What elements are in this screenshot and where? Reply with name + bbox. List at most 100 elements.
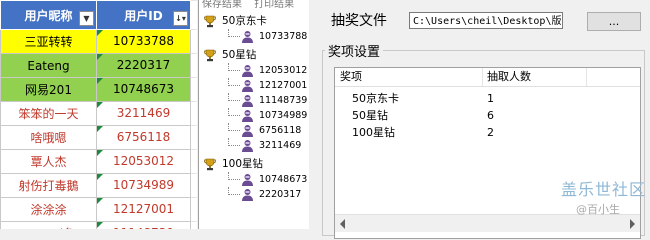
number-as-text-indicator-icon <box>97 174 103 180</box>
column-header-label: 用户ID <box>124 8 163 23</box>
prize-draw-count: 1 <box>487 92 494 105</box>
tree-group-node[interactable]: 50星钻 <box>199 48 309 63</box>
empty-cell[interactable] <box>190 29 197 54</box>
tree-leaf-node[interactable]: 12127001 <box>199 78 309 93</box>
trophy-icon <box>204 49 216 62</box>
table-row[interactable]: 网易201 10748673 <box>0 77 197 102</box>
table-row[interactable]: 笨笨的一天 3211469 <box>0 101 197 126</box>
tree-connector <box>228 145 240 146</box>
userid-cell[interactable]: 10748673 <box>96 77 191 102</box>
table-row[interactable]: 三亚转转 10733788 <box>0 29 197 54</box>
tree-group-node[interactable]: 100星钻 <box>199 157 309 172</box>
userid-cell[interactable]: 6756118 <box>96 125 191 150</box>
prize-name: 100星钻 <box>352 126 395 139</box>
tree-leaf-node[interactable]: 10733788 <box>199 29 309 44</box>
tree-leaf-node[interactable]: 6756118 <box>199 123 309 138</box>
trophy-icon <box>204 158 216 171</box>
empty-cell[interactable] <box>190 149 197 174</box>
browse-button[interactable]: ... <box>587 12 641 31</box>
user-icon <box>241 79 254 92</box>
tree-leaf-node[interactable]: 11148739 <box>199 93 309 108</box>
lottery-file-path-input[interactable]: C:\Users\cheil\Desktop\版块活 <box>409 12 563 29</box>
userid-cell[interactable]: 2220317 <box>96 53 191 78</box>
tree-leaf-node[interactable]: 10748673 <box>199 172 309 187</box>
table-row[interactable]: 涂涂涂 12127001 <box>0 197 197 222</box>
column-header-prize[interactable]: 奖项 <box>340 68 362 86</box>
watermark-text: 盖乐世社区 <box>561 180 647 199</box>
user-icon <box>241 173 254 186</box>
tree-connector <box>228 179 240 180</box>
nickname-cell[interactable]: Eateng <box>0 53 97 78</box>
userid-cell[interactable]: 3211469 <box>96 101 191 126</box>
tree-group-label: 100星钻 <box>222 158 264 170</box>
nickname-cell[interactable]: 涂涂涂 <box>0 197 97 222</box>
table-row[interactable]: 覃人杰 12053012 <box>0 149 197 174</box>
column-header-nickname[interactable]: 用户昵称 ▼ <box>0 0 97 30</box>
tree-leaf-label: 12127001 <box>259 80 308 91</box>
print-results-tab[interactable]: 打印结果 <box>254 0 294 10</box>
nickname-cell[interactable]: 笨笨的一天 <box>0 101 97 126</box>
tree-connector <box>228 100 240 101</box>
empty-cell[interactable] <box>190 197 197 222</box>
prize-row[interactable]: 50星钻 6 <box>335 107 640 124</box>
tree-leaf-node[interactable]: 12053012 <box>199 63 309 78</box>
scroll-right-icon[interactable] <box>630 219 635 229</box>
tree-leaf-node[interactable]: 10734989 <box>199 108 309 123</box>
tree-leaf-label: 12053012 <box>259 65 308 76</box>
tree-leaf-label: 10734989 <box>259 110 308 121</box>
user-icon <box>241 139 254 152</box>
table-row[interactable]: 啥哦嗯 6756118 <box>0 125 197 150</box>
tree-connector <box>228 115 240 116</box>
tree-leaf-label: 10748673 <box>259 174 308 185</box>
number-as-text-indicator-icon <box>97 54 103 60</box>
filter-dropdown-icon[interactable]: ▼ <box>79 11 94 26</box>
number-as-text-indicator-icon <box>97 102 103 108</box>
empty-cell[interactable] <box>190 221 197 229</box>
prize-row[interactable]: 100星钻 2 <box>335 124 640 141</box>
user-icon <box>241 124 254 137</box>
user-icon <box>241 109 254 122</box>
nickname-cell[interactable]: 三亚转转 <box>0 29 97 54</box>
scroll-left-icon[interactable] <box>340 219 345 229</box>
empty-cell[interactable] <box>190 77 197 102</box>
userid-cell[interactable]: 10733788 <box>96 29 191 54</box>
userid-cell[interactable]: 11148739 <box>96 221 191 229</box>
empty-cell[interactable] <box>190 125 197 150</box>
nickname-cell[interactable]: 射伤打毒鵝 <box>0 173 97 198</box>
prize-name: 50京东卡 <box>352 92 399 105</box>
save-results-tab[interactable]: 保存结果 <box>202 0 242 10</box>
nickname-cell[interactable]: Krystal鱼 <box>0 221 97 229</box>
table-row[interactable]: Eateng 2220317 <box>0 53 197 78</box>
column-divider[interactable] <box>586 68 587 86</box>
tree-leaf-label: 6756118 <box>259 125 302 136</box>
table-row[interactable]: 射伤打毒鵝 10734989 <box>0 173 197 198</box>
lottery-file-label: 抽奖文件 <box>331 13 387 29</box>
column-divider[interactable] <box>482 68 483 86</box>
userid-cell[interactable]: 12053012 <box>96 149 191 174</box>
prize-row[interactable]: 50京东卡 1 <box>335 90 640 107</box>
column-header-draw-count[interactable]: 抽取人数 <box>487 68 531 86</box>
user-icon <box>241 30 254 43</box>
sort-filter-icon[interactable]: ↓▾ <box>173 11 188 26</box>
tree-leaf-label: 2220317 <box>259 189 302 200</box>
userid-value: 10733788 <box>112 34 175 48</box>
tree-group-node[interactable]: 50京东卡 <box>199 14 309 29</box>
table-header-row: 用户昵称 ▼ 用户ID ↓▾ <box>0 0 197 30</box>
userid-cell[interactable]: 10734989 <box>96 173 191 198</box>
tree-leaf-node[interactable]: 3211469 <box>199 138 309 153</box>
userid-value: 11148739 <box>113 226 174 229</box>
tree-leaf-node[interactable]: 2220317 <box>199 187 309 202</box>
trophy-icon <box>204 15 216 28</box>
tree-connector <box>228 70 240 71</box>
nickname-cell[interactable]: 啥哦嗯 <box>0 125 97 150</box>
empty-cell[interactable] <box>190 53 197 78</box>
nickname-cell[interactable]: 覃人杰 <box>0 149 97 174</box>
userid-cell[interactable]: 12127001 <box>96 197 191 222</box>
table-row[interactable]: Krystal鱼 11148739 <box>0 221 197 229</box>
empty-cell[interactable] <box>190 101 197 126</box>
empty-cell[interactable] <box>190 173 197 198</box>
column-header-label: 用户昵称 <box>24 8 73 23</box>
column-header-userid[interactable]: 用户ID ↓▾ <box>96 0 191 30</box>
tree-connector <box>228 130 240 131</box>
nickname-cell[interactable]: 网易201 <box>0 77 97 102</box>
